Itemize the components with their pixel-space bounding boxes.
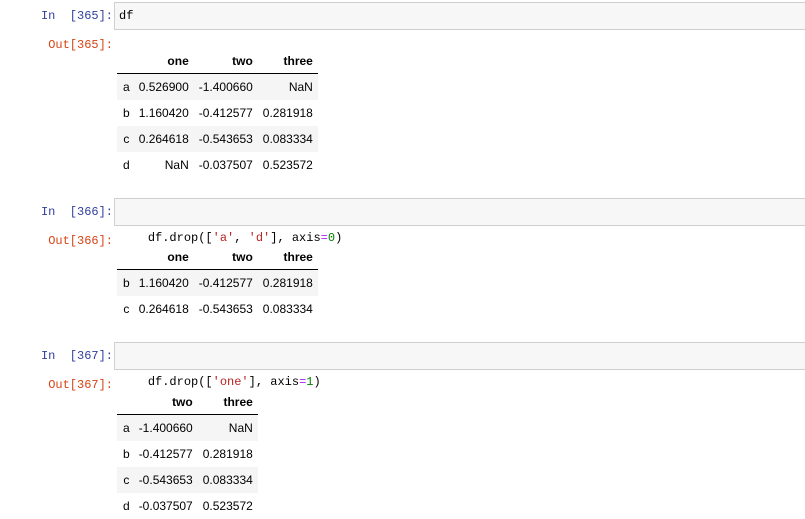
row-index: c (123, 473, 130, 487)
table-cell: -1.400660 (198, 80, 253, 94)
row-index: b (123, 276, 130, 290)
column-header: one (133, 244, 194, 270)
row-index: d (123, 499, 130, 513)
code-text: df (119, 9, 134, 23)
table-cell: -0.412577 (198, 276, 253, 290)
table-cell: -0.543653 (198, 302, 253, 316)
table-row: b 1.160420 -0.412577 0.281918 (117, 269, 318, 296)
output-prompt: Out[366]: (48, 234, 113, 248)
row-index: d (123, 158, 130, 172)
output-prompt: Out[367]: (48, 378, 113, 392)
table-cell: -0.412577 (138, 447, 193, 461)
table-cell: 0.264618 (138, 132, 189, 146)
dataframe-output: two three a -1.400660 NaN b -0.412577 0.281918 c… (117, 389, 258, 519)
row-index: b (123, 106, 130, 120)
table-cell: 0.523572 (202, 499, 253, 513)
table-row: b -0.412577 0.281918 (117, 441, 258, 467)
dataframe-output: one two three b 1.160420 -0.412577 0.281918 c 0.… (117, 244, 318, 322)
code-input[interactable]: df.drop(['a', 'd'], axis=0) (114, 198, 805, 245)
code-operator: = (320, 231, 328, 245)
table-cell: 0.281918 (262, 276, 313, 290)
code-text: ], axis (248, 375, 300, 389)
table-row: b 1.160420 -0.412577 0.281918 (117, 100, 318, 126)
table-cell: 0.523572 (262, 158, 313, 172)
table-row: a 0.526900 -1.400660 NaN (117, 73, 318, 100)
row-index: a (123, 80, 130, 94)
table-cell: NaN (164, 158, 189, 172)
code-string: 'one' (212, 375, 249, 389)
table-row: c -0.543653 0.083334 (117, 467, 258, 493)
column-header: two (133, 389, 198, 415)
index-header (117, 244, 134, 270)
column-header: three (257, 244, 318, 270)
code-input[interactable]: df.drop(['one'], axis=1) (114, 342, 805, 389)
code-text: df.drop([ (147, 375, 213, 389)
index-header (117, 389, 134, 415)
input-prompt: In [366]: (40, 205, 113, 219)
code-input[interactable]: df (114, 2, 805, 30)
table-row: c 0.264618 -0.543653 0.083334 (117, 296, 318, 322)
column-header: one (133, 48, 194, 74)
input-prompt: In [367]: (40, 349, 113, 363)
table-header-row: one two three (117, 48, 318, 74)
table-cell: NaN (228, 421, 253, 435)
table-cell: 0.281918 (202, 447, 253, 461)
code-number: 0 (327, 231, 336, 245)
column-header: three (197, 389, 258, 415)
row-index: b (123, 447, 130, 461)
table-header-row: two three (117, 389, 258, 415)
output-prompt: Out[365]: (48, 38, 113, 52)
table-row: d -0.037507 0.523572 (117, 493, 258, 519)
row-index: c (123, 132, 130, 146)
code-text: ) (313, 375, 321, 389)
row-index: a (123, 421, 130, 435)
column-header: two (193, 48, 258, 74)
code-text: ) (335, 231, 343, 245)
row-index: c (123, 302, 130, 316)
code-text: , (234, 231, 249, 245)
column-header: three (257, 48, 318, 74)
table-cell: -0.037507 (198, 158, 253, 172)
table-cell: 0.264618 (138, 302, 189, 316)
table-cell: -0.412577 (198, 106, 253, 120)
table-cell: 0.281918 (262, 106, 313, 120)
table-row: c 0.264618 -0.543653 0.083334 (117, 126, 318, 152)
index-header (117, 48, 134, 74)
table-row: a -1.400660 NaN (117, 414, 258, 441)
table-cell: -0.037507 (138, 499, 193, 513)
code-text: ], axis (270, 231, 321, 245)
table-row: d NaN -0.037507 0.523572 (117, 152, 318, 178)
dataframe-output: one two three a 0.526900 -1.400660 NaN b 1.16042… (117, 48, 318, 178)
table-cell: 0.083334 (262, 132, 313, 146)
code-string: 'd' (248, 231, 271, 245)
code-text: df.drop([ (147, 231, 213, 245)
column-header: two (193, 244, 258, 270)
table-cell: 1.160420 (138, 276, 189, 290)
table-cell: -1.400660 (138, 421, 193, 435)
table-cell: 1.160420 (138, 106, 189, 120)
table-cell: -0.543653 (198, 132, 253, 146)
table-cell: 0.083334 (262, 302, 313, 316)
table-cell: NaN (288, 80, 313, 94)
table-header-row: one two three (117, 244, 318, 270)
table-cell: 0.526900 (138, 80, 189, 94)
table-cell: -0.543653 (138, 473, 193, 487)
code-string: 'a' (212, 231, 235, 245)
input-prompt: In [365]: (40, 9, 113, 23)
table-cell: 0.083334 (202, 473, 253, 487)
